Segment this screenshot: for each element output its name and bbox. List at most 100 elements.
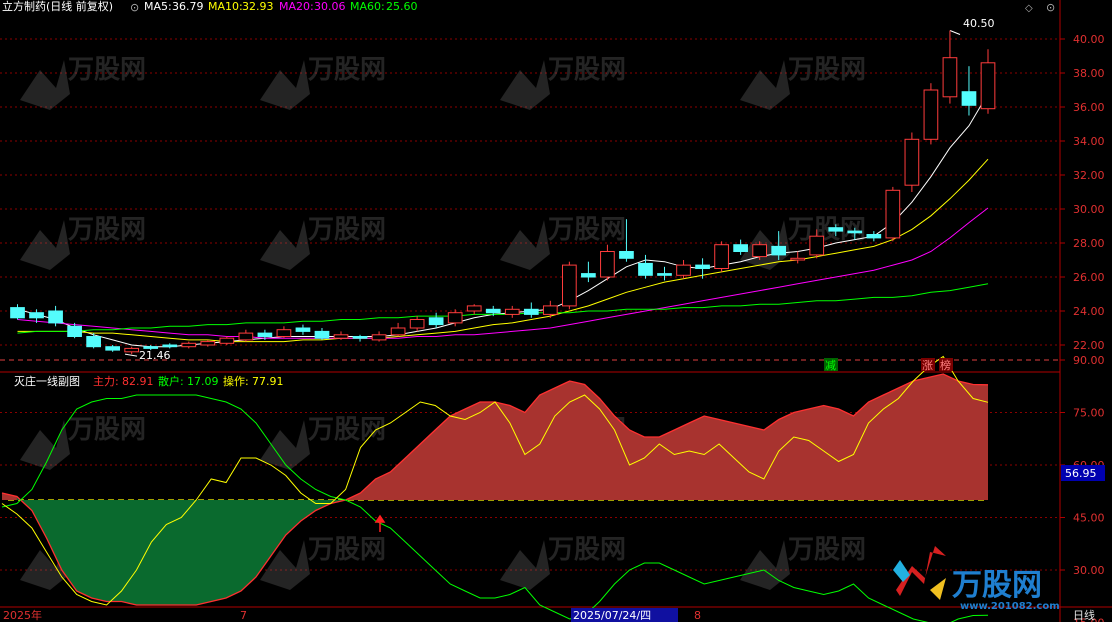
sub-y-tick-label: 30.00: [1073, 564, 1105, 577]
retail-label: 散户:: [158, 374, 184, 388]
main-force-label: 主力:: [93, 375, 119, 388]
ma60-label: MA60:: [350, 0, 385, 13]
candle-body: [200, 341, 216, 346]
dropdown-icon[interactable]: ⊙: [130, 1, 139, 14]
candle-body: [733, 244, 748, 252]
candle-body: [162, 344, 178, 348]
x-label-july: 7: [240, 609, 247, 622]
operation-value: 77.91: [252, 375, 284, 388]
watermark-text: 万股网: [788, 55, 866, 85]
candle-body: [409, 319, 425, 329]
candle-body: [371, 334, 387, 341]
main-y-tick-label: 22.00: [1073, 339, 1105, 352]
candle-body: [428, 317, 444, 326]
watermark-text: 万股网: [308, 55, 386, 85]
main-y-tick-label: 38.00: [1073, 67, 1105, 80]
brand-url: www.201082.com: [960, 601, 1060, 612]
candle-body: [542, 305, 558, 315]
watermark-text: 万股网: [548, 55, 626, 85]
candle-body: [695, 264, 710, 270]
candle-body: [295, 327, 311, 332]
candle-body: [390, 327, 406, 336]
ma20-value: 30.06: [314, 0, 346, 13]
candle-body: [48, 310, 63, 324]
candle-body: [828, 227, 844, 232]
candle: [562, 261, 577, 310]
period-label[interactable]: 日线: [1073, 608, 1095, 622]
candle-body: [67, 325, 82, 337]
candle-body: [771, 245, 787, 256]
watermark-text: 万股网: [548, 215, 626, 245]
candle-body: [809, 235, 825, 256]
watermark-text: 万股网: [68, 415, 146, 445]
watermark-text: 万股网: [308, 535, 386, 565]
settings-icon[interactable]: ⊙: [1046, 1, 1055, 14]
main-y-tick-label: 34.00: [1073, 135, 1105, 148]
watermark-text: 万股网: [68, 215, 146, 245]
ma10-value: 32.93: [242, 0, 274, 13]
candle-body: [866, 234, 882, 239]
candle-body: [219, 337, 235, 344]
candle-body: [752, 244, 768, 258]
candle-body: [638, 262, 653, 276]
sub-y-tick-label: 90.00: [1073, 354, 1105, 367]
candle-body: [676, 264, 691, 276]
candle-body: [238, 332, 254, 341]
candle-body: [86, 336, 101, 348]
chart-title: 立方制药(日线 前复权): [2, 0, 113, 13]
ma20-label: MA20:: [279, 0, 314, 13]
candle-body: [333, 334, 349, 339]
candle-body: [714, 244, 729, 269]
candle-body: [10, 307, 25, 319]
candle-body: [600, 251, 615, 278]
ma5-label: MA5:: [144, 0, 172, 13]
main-y-tick-label: 26.00: [1073, 271, 1105, 284]
brand-name: 万股网: [952, 568, 1042, 603]
candle-body: [961, 91, 977, 106]
sub-y-tick-label: 75.00: [1073, 407, 1105, 420]
candle-body: [942, 57, 958, 98]
candle-body: [276, 329, 292, 338]
watermark-text: 万股网: [308, 215, 386, 245]
ma60-value: 25.60: [386, 0, 418, 13]
candle-body: [466, 305, 482, 312]
main-y-tick-label: 24.00: [1073, 305, 1105, 318]
candle-body: [124, 347, 140, 353]
candle-body: [314, 330, 330, 339]
diamond-icon[interactable]: ◇: [1025, 3, 1033, 14]
bang-marker: 榜: [940, 358, 951, 372]
x-label-august: 8: [694, 609, 701, 622]
candle: [885, 186, 901, 242]
main-y-tick-label: 36.00: [1073, 101, 1105, 114]
candle-body: [885, 189, 901, 239]
candle-body: [904, 138, 920, 186]
candle-body: [352, 336, 368, 339]
candle: [714, 241, 729, 272]
candle: [923, 83, 939, 145]
zhang-marker: 涨: [922, 359, 933, 372]
ma5-value: 36.79: [172, 0, 204, 13]
candle: [904, 132, 920, 192]
candle: [219, 336, 235, 345]
candle-body: [29, 312, 44, 319]
watermark-text: 万股网: [548, 535, 626, 565]
main-y-tick-label: 30.00: [1073, 203, 1105, 216]
main-force-value: 82.91: [122, 375, 154, 388]
low-price-label: 21.46: [139, 349, 171, 362]
watermark-text: 万股网: [68, 55, 146, 85]
sub-y-tick-label: 45.00: [1073, 512, 1105, 525]
candle-body: [562, 264, 577, 307]
operation-label: 操作:: [223, 374, 249, 388]
retail-value: 17.09: [187, 375, 219, 388]
candle-body: [523, 308, 539, 315]
x-label-year: 2025年: [3, 608, 42, 622]
candle-body: [181, 342, 197, 348]
candle-body: [105, 346, 121, 351]
candle-body: [581, 273, 596, 278]
candle-body: [447, 312, 463, 324]
candle-body: [657, 273, 672, 276]
ma10-label: MA10:: [208, 0, 243, 13]
candle-body: [980, 62, 996, 110]
stock-chart: 万股网万股网万股网万股网万股网万股网万股网万股网万股网万股网万股网万股网万股网万…: [0, 0, 1112, 622]
watermark-text: 万股网: [308, 415, 386, 445]
